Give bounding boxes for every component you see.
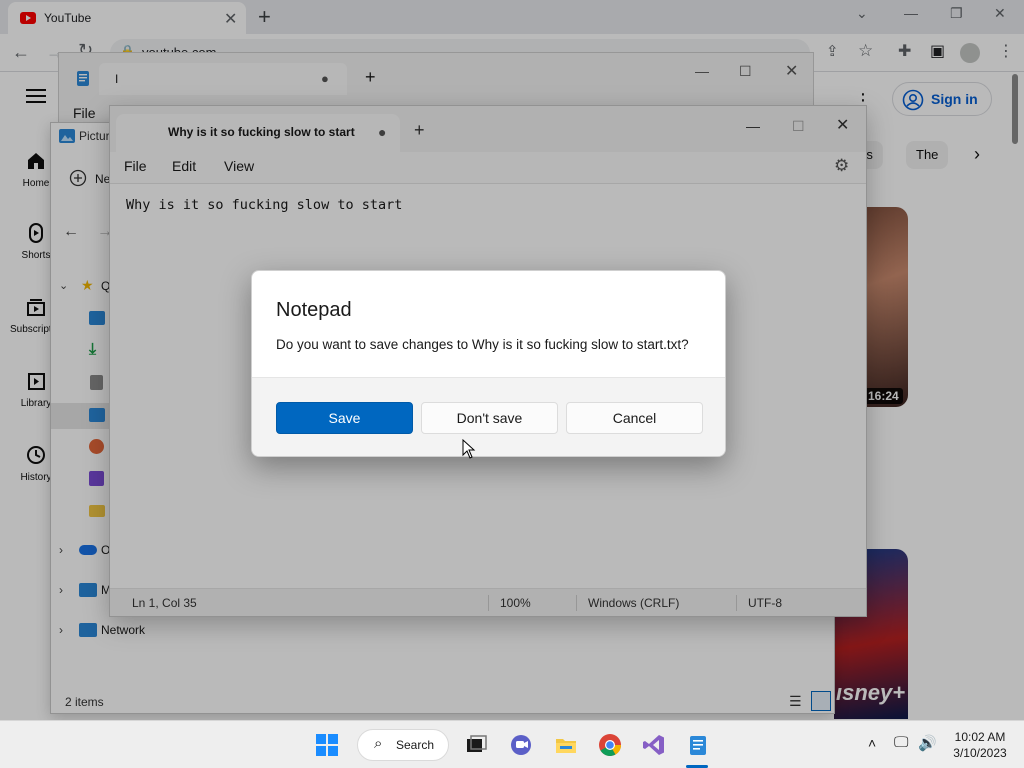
dialog-message: Do you want to save changes to Why is it… <box>276 337 689 352</box>
dialog-footer: Save Don't save Cancel <box>252 377 725 456</box>
search-icon: ⌕ <box>374 735 383 752</box>
volume-icon[interactable]: 🔊 <box>918 734 937 752</box>
taskbar-clock[interactable]: 10:02 AM 3/10/2023 <box>940 729 1020 761</box>
file-explorer-icon[interactable] <box>554 733 578 757</box>
search-label: Search <box>396 738 435 752</box>
notepad-taskbar-icon[interactable] <box>686 733 710 757</box>
taskbar-search[interactable]: ⌕ Search <box>357 729 449 761</box>
mouse-pointer-icon <box>462 439 476 459</box>
network-status-icon[interactable]: 🖵 <box>894 734 908 751</box>
task-view-icon[interactable] <box>464 733 488 757</box>
clock-time: 10:02 AM <box>954 730 1006 744</box>
chrome-icon[interactable] <box>598 733 622 757</box>
cancel-button[interactable]: Cancel <box>566 402 703 434</box>
save-button[interactable]: Save <box>276 402 413 434</box>
taskbar: ⌕ Search ˄ 🖵 🔊 10:02 AM 3/10/2023 <box>0 720 1024 768</box>
save-changes-dialog: Notepad Do you want to save changes to W… <box>251 270 726 457</box>
dont-save-button[interactable]: Don't save <box>421 402 558 434</box>
dialog-title: Notepad <box>276 299 352 321</box>
visual-studio-icon[interactable] <box>642 733 666 757</box>
windows-start-icon[interactable] <box>315 733 339 757</box>
chevron-up-icon[interactable]: ˄ <box>868 735 876 751</box>
teams-chat-icon[interactable] <box>509 733 533 757</box>
clock-date: 3/10/2023 <box>953 746 1007 760</box>
